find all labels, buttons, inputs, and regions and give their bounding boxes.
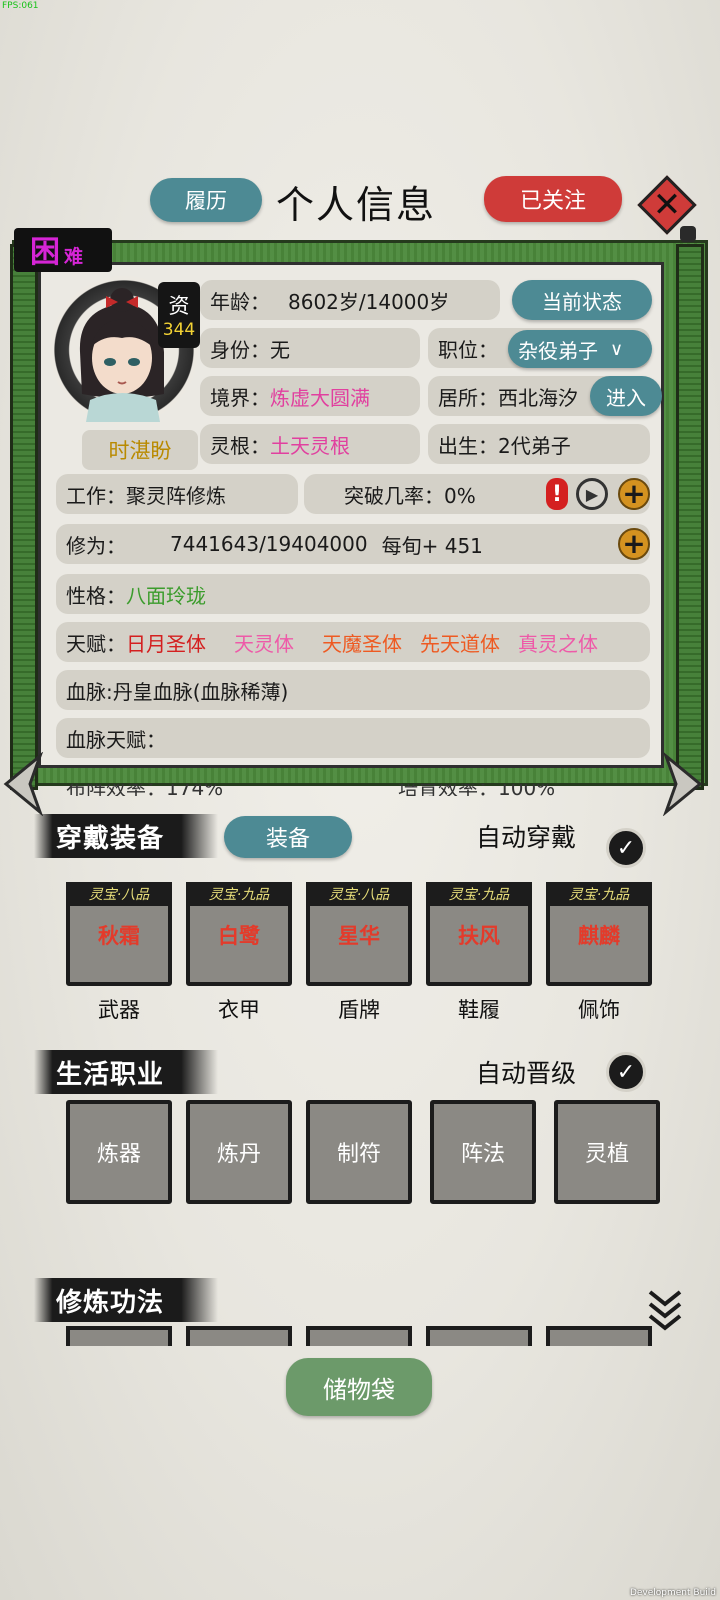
resume-button[interactable]: 履历 (150, 178, 262, 222)
equipment-section-title: 穿戴装备 (34, 814, 218, 858)
age-field: 年龄： 8602岁/14000岁 (200, 280, 500, 320)
technique-slot[interactable] (546, 1326, 652, 1346)
character-name[interactable]: 时湛盼 (82, 430, 198, 470)
equipment-slot-label: 佩饰 (578, 998, 620, 1022)
difficulty-tag: 困 难 (14, 228, 112, 272)
techniques-section-title: 修炼功法 (34, 1278, 218, 1322)
current-status-button[interactable]: 当前状态 (512, 280, 652, 320)
aptitude-value: 344 (162, 320, 196, 340)
equipment-slot-label: 武器 (98, 998, 140, 1022)
technique-slot[interactable] (306, 1326, 412, 1346)
talent-field: 天赋： 日月圣体 天灵体 天魔圣体 先天道体 真灵之体 (56, 622, 650, 662)
life-job-slot[interactable]: 灵植 (554, 1100, 660, 1204)
equipment-slot-label: 衣甲 (218, 998, 260, 1022)
hidden-stats-row: 布阵效率：174% 培育效率：100% (56, 784, 656, 796)
auto-promote-checkbox[interactable]: ✓ (606, 1052, 646, 1092)
talent-item[interactable]: 天魔圣体 (322, 628, 402, 657)
realm-label: 境界： (210, 385, 270, 410)
bloodline-field: 血脉:丹皇血脉(血脉稀薄) (56, 670, 650, 710)
equipment-name: 扶风 (458, 924, 500, 948)
play-icon[interactable]: ▶ (576, 478, 608, 510)
life-job-slot[interactable]: 制符 (306, 1100, 412, 1204)
position-dropdown[interactable]: 杂役弟子 ∨ (508, 330, 652, 368)
personality-value: 八面玲珑 (126, 583, 206, 608)
scroll-rod-right (676, 244, 704, 790)
dev-build-label: Development Build (629, 1588, 716, 1598)
cultivation-rate: 每旬+ 451 (381, 533, 483, 558)
spirit-root-value: 土天灵根 (270, 433, 350, 458)
page-title: 个人信息 (276, 183, 437, 227)
equipment-slot-label: 盾牌 (338, 998, 380, 1022)
equipment-slot[interactable]: 灵宝·八品 秋霜 (66, 882, 172, 986)
storage-bag-button[interactable]: 储物袋 (286, 1358, 432, 1416)
position-value: 杂役弟子 (518, 338, 598, 363)
auto-equip-label: 自动穿戴 (476, 823, 577, 852)
life-job-slot[interactable]: 阵法 (430, 1100, 536, 1204)
aptitude-badge: 资 344 (158, 282, 200, 348)
aptitude-label: 资 (168, 294, 190, 318)
equipment-name: 秋霜 (98, 924, 140, 948)
chevron-down-icon: ∨ (610, 338, 624, 360)
cultivation-value: 7441643/19404000 (170, 532, 368, 556)
difficulty-big: 困 (30, 235, 60, 270)
age-label: 年龄： (210, 289, 270, 314)
talent-item[interactable]: 天灵体 (234, 628, 294, 657)
talent-item[interactable]: 真灵之体 (518, 628, 598, 657)
equipment-grade: 灵宝·九品 (546, 882, 652, 906)
equipment-grade: 灵宝·八品 (306, 882, 412, 906)
equipment-name: 麒麟 (578, 924, 620, 948)
age-value: 8602岁/14000岁 (288, 289, 450, 314)
identity-field: 身份：无 (200, 328, 420, 368)
equipment-grade: 灵宝·九品 (186, 882, 292, 906)
position-label: 职位： (438, 337, 498, 362)
spirit-root-label: 灵根： (210, 433, 270, 458)
equipment-slot[interactable]: 灵宝·八品 星华 (306, 882, 412, 986)
equipment-slot[interactable]: 灵宝·九品 麒麟 (546, 882, 652, 986)
technique-slot[interactable] (66, 1326, 172, 1346)
follow-button[interactable]: 已关注 (484, 176, 622, 222)
technique-slot[interactable] (426, 1326, 532, 1346)
cultivation-plus-icon[interactable]: + (618, 528, 650, 560)
equipment-grade: 灵宝·八品 (66, 882, 172, 906)
spirit-root-field: 灵根： 土天灵根 (200, 424, 420, 464)
plus-icon[interactable]: + (618, 478, 650, 510)
realm-field: 境界： 炼虚大圆满 (200, 376, 420, 416)
equipment-slot[interactable]: 灵宝·九品 扶风 (426, 882, 532, 986)
equipment-name: 白鹭 (218, 924, 260, 948)
equipment-tab-button[interactable]: 装备 (224, 816, 352, 858)
formation-efficiency: 布阵效率：174% (66, 784, 224, 796)
auto-equip-checkbox[interactable]: ✓ (606, 828, 646, 868)
fps-counter: FPS:061 (2, 1, 39, 11)
personality-label: 性格： (66, 583, 126, 608)
equipment-grade: 灵宝·九品 (426, 882, 532, 906)
cultivation-label: 修为： (66, 533, 126, 558)
equipment-name: 星华 (338, 924, 380, 948)
work-field: 工作：聚灵阵修炼 (56, 474, 298, 514)
equipment-slot-label: 鞋履 (458, 998, 500, 1022)
technique-slot[interactable] (186, 1326, 292, 1346)
next-arrow-icon[interactable] (660, 752, 706, 816)
life-job-slot[interactable]: 炼丹 (186, 1100, 292, 1204)
birth-field: 出生：2代弟子 (428, 424, 650, 464)
talent-item[interactable]: 先天道体 (420, 628, 500, 657)
talent-label: 天赋： (66, 631, 126, 656)
life-job-slot[interactable]: 炼器 (66, 1100, 172, 1204)
warning-icon[interactable]: ! (546, 478, 568, 510)
personality-field: 性格： 八面玲珑 (56, 574, 650, 614)
enter-button[interactable]: 进入 (590, 376, 662, 416)
life-jobs-section-title: 生活职业 (34, 1050, 218, 1094)
prev-arrow-icon[interactable] (0, 752, 46, 816)
talent-item[interactable]: 日月圣体 (126, 628, 206, 657)
breeding-efficiency: 培育效率：100% (398, 784, 556, 796)
realm-value: 炼虚大圆满 (270, 385, 370, 410)
scroll-rod-left (10, 244, 38, 790)
expand-down-icon[interactable] (648, 1288, 682, 1334)
difficulty-small: 难 (64, 246, 84, 268)
cultivation-field: 修为： 7441643/19404000 每旬+ 451 (56, 524, 650, 564)
bloodline-talent-field: 血脉天赋： (56, 718, 650, 758)
auto-promote-label: 自动晋级 (476, 1059, 577, 1088)
scroll-knob (680, 226, 696, 242)
equipment-slot[interactable]: 灵宝·九品 白鹭 (186, 882, 292, 986)
close-icon[interactable]: ✕ (646, 184, 688, 226)
